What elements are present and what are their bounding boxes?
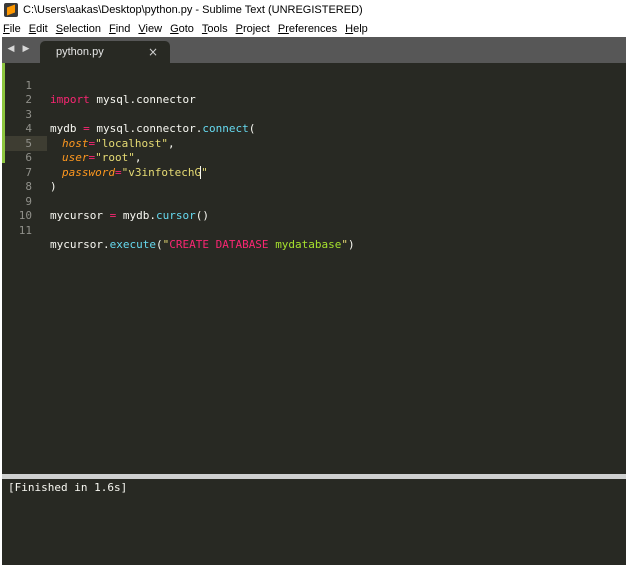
tab-bar: ◀ ▶ python.py × [2, 37, 626, 63]
menu-goto[interactable]: Goto [170, 23, 194, 35]
line-number: 11 [18, 223, 32, 237]
menu-project[interactable]: Project [236, 23, 270, 35]
code-line: 8 [2, 166, 626, 193]
menu-view[interactable]: View [138, 23, 162, 35]
menu-edit[interactable]: Edit [29, 23, 48, 35]
code-content: mycursor.execute("CREATE DATABASE mydata… [50, 238, 355, 251]
code-editor[interactable]: 1 import mysql.connector 2 3 mydb = mysq… [2, 63, 626, 474]
build-output-panel[interactable]: [Finished in 1.6s] [2, 479, 626, 565]
menu-find[interactable]: Find [109, 23, 130, 35]
close-icon[interactable]: × [148, 45, 158, 59]
title-bar: C:\Users\aakas\Desktop\python.py - Subli… [0, 0, 628, 20]
arrow-left-icon[interactable]: ◀ [6, 43, 16, 55]
tab-navigation: ◀ ▶ [6, 43, 31, 55]
menu-tools[interactable]: Tools [202, 23, 228, 35]
code-line: 11 mycursor.execute("CREATE DATABASE myd… [2, 209, 626, 252]
window-title: C:\Users\aakas\Desktop\python.py - Subli… [23, 4, 363, 16]
code-line: 9 mycursor = mydb.cursor() [2, 180, 626, 223]
menu-bar: File Edit Selection Find View Goto Tools… [0, 20, 628, 37]
menu-file[interactable]: File [3, 23, 21, 35]
code-line: 3 mydb = mysql.connector.connect( [2, 93, 626, 136]
code-line-active: 6 password="v3infotechG" [2, 137, 626, 179]
arrow-right-icon[interactable]: ▶ [21, 43, 31, 55]
menu-preferences[interactable]: Preferences [278, 23, 337, 35]
code-line: 4 host="localhost", [2, 108, 626, 150]
code-line: 7 ) [2, 151, 626, 194]
tab-label: python.py [56, 46, 104, 58]
tab-python-py[interactable]: python.py × [40, 41, 170, 63]
code-line: 5 user="root", [2, 122, 626, 165]
menu-selection[interactable]: Selection [56, 23, 101, 35]
build-output-text: [Finished in 1.6s] [8, 481, 128, 494]
code-line: 10 [2, 195, 626, 222]
code-line: 1 import mysql.connector [2, 64, 626, 107]
menu-help[interactable]: Help [345, 23, 368, 35]
sublime-text-app-icon [4, 3, 18, 17]
sublime-text-window: C:\Users\aakas\Desktop\python.py - Subli… [0, 0, 628, 567]
code-line: 2 [2, 79, 626, 106]
